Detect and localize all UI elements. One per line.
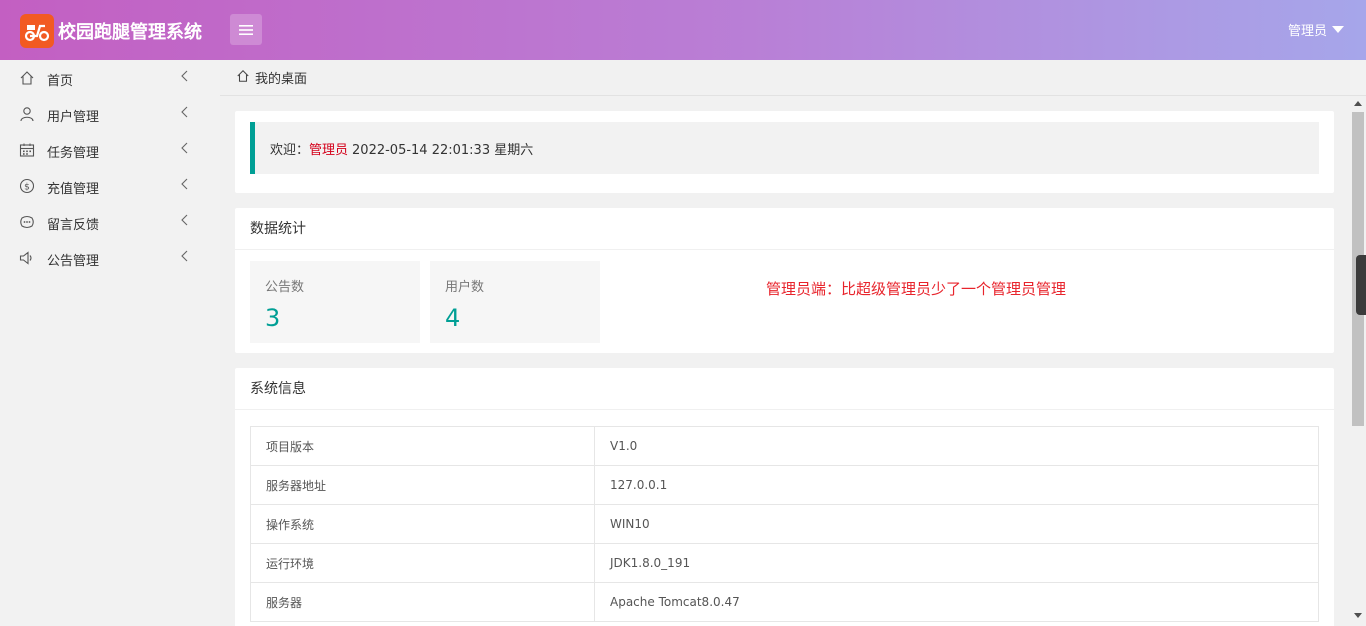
breadcrumb: 我的桌面 [220,60,1366,96]
sidebar-item-announcements[interactable]: 公告管理 [0,240,220,276]
sidebar-item-feedback[interactable]: 留言反馈 [0,204,220,240]
chevron-left-icon [180,214,188,230]
table-cell-key: 操作系统 [250,504,595,544]
table-cell-value: 127.0.0.1 [594,465,1319,505]
sidebar-item-label: 留言反馈 [47,218,100,233]
stat-box-announcements[interactable]: 公告数 3 [250,261,420,343]
vertical-scrollbar[interactable] [1350,96,1366,626]
table-cell-key: 运行环境 [250,543,595,583]
table-cell-value: WIN10 [594,504,1319,544]
welcome-banner: 欢迎： 管理员 2022-05-14 22:01:33 星期六 [250,122,1319,174]
logo-scooter-icon [20,14,54,48]
menu-toggle-button[interactable] [230,14,262,45]
stat-label: 用户数 [445,280,485,295]
table-cell-value: JDK1.8.0_191 [594,543,1319,583]
scroll-down-icon[interactable] [1354,613,1362,618]
table-row: 项目版本 V1.0 [250,426,1319,466]
welcome-datetime: 2022-05-14 22:01:33 星期六 [352,142,534,158]
stats-title: 数据统计 [235,208,1334,250]
speaker-icon [18,249,35,266]
dollar-icon: $ [18,177,35,194]
table-cell-key: 服务器地址 [250,465,595,505]
svg-text:$: $ [24,182,30,192]
home-icon [18,69,35,86]
sidebar-item-tasks[interactable]: 任务管理 [0,132,220,168]
sidebar-item-label: 用户管理 [47,110,100,125]
table-cell-key: 项目版本 [250,426,595,466]
user-icon [18,105,35,122]
app-title: 校园跑腿管理系统 [58,22,202,43]
sidebar-item-users[interactable]: 用户管理 [0,96,220,132]
sysinfo-table: 项目版本 V1.0 服务器地址 127.0.0.1 操作系统 WIN10 运行环… [250,426,1319,622]
home-icon [236,69,250,87]
sysinfo-card: 系统信息 项目版本 V1.0 服务器地址 127.0.0.1 操作系统 WIN1… [235,368,1334,626]
sidebar-item-label: 任务管理 [47,146,100,161]
chevron-left-icon [180,178,188,194]
table-row: 运行环境 JDK1.8.0_191 [250,543,1319,583]
stat-box-users[interactable]: 用户数 4 [430,261,600,343]
table-row: 服务器 Apache Tomcat8.0.47 [250,582,1319,622]
admin-note: 管理员端：比超级管理员少了一个管理员管理 [766,280,1067,298]
welcome-prefix: 欢迎： [270,142,310,158]
welcome-card: 欢迎： 管理员 2022-05-14 22:01:33 星期六 [235,111,1334,193]
sidebar: 首页 用户管理 任务管理 $ 充值管理 留言反馈 公告管理 [0,60,220,626]
welcome-role: 管理员 [309,142,349,158]
chevron-left-icon [180,106,188,122]
table-cell-value: Apache Tomcat8.0.47 [594,582,1319,622]
chevron-left-icon [180,142,188,158]
sidebar-item-label: 充值管理 [47,182,100,197]
breadcrumb-label[interactable]: 我的桌面 [255,68,307,87]
table-cell-value: V1.0 [594,426,1319,466]
table-row: 服务器地址 127.0.0.1 [250,465,1319,505]
stat-value: 4 [445,304,461,332]
side-tab-widget[interactable] [1356,255,1366,315]
main-content: 我的桌面 欢迎： 管理员 2022-05-14 22:01:33 星期六 数据统… [220,60,1366,626]
chevron-left-icon [180,250,188,266]
user-menu[interactable]: 管理员 [1288,20,1344,39]
sidebar-item-recharge[interactable]: $ 充值管理 [0,168,220,204]
table-cell-key: 服务器 [250,582,595,622]
feedback-icon [18,213,35,230]
user-menu-label: 管理员 [1287,24,1327,39]
top-header: 校园跑腿管理系统 管理员 [0,0,1366,60]
caret-down-icon [1332,26,1344,33]
stat-label: 公告数 [265,280,305,295]
sidebar-item-label: 首页 [47,74,74,89]
table-row: 操作系统 WIN10 [250,504,1319,544]
sysinfo-title: 系统信息 [235,368,1334,410]
app-logo[interactable]: 校园跑腿管理系统 [20,14,202,48]
chevron-left-icon [180,70,188,86]
calendar-icon [18,141,35,158]
sidebar-item-label: 公告管理 [47,254,100,269]
hamburger-icon [239,24,253,35]
stat-value: 3 [265,304,281,332]
stats-card: 数据统计 公告数 3 用户数 4 管理员端：比超级管理员少了一个管理员管理 [235,208,1334,353]
sidebar-item-home[interactable]: 首页 [0,60,220,96]
scroll-up-icon[interactable] [1354,101,1362,106]
